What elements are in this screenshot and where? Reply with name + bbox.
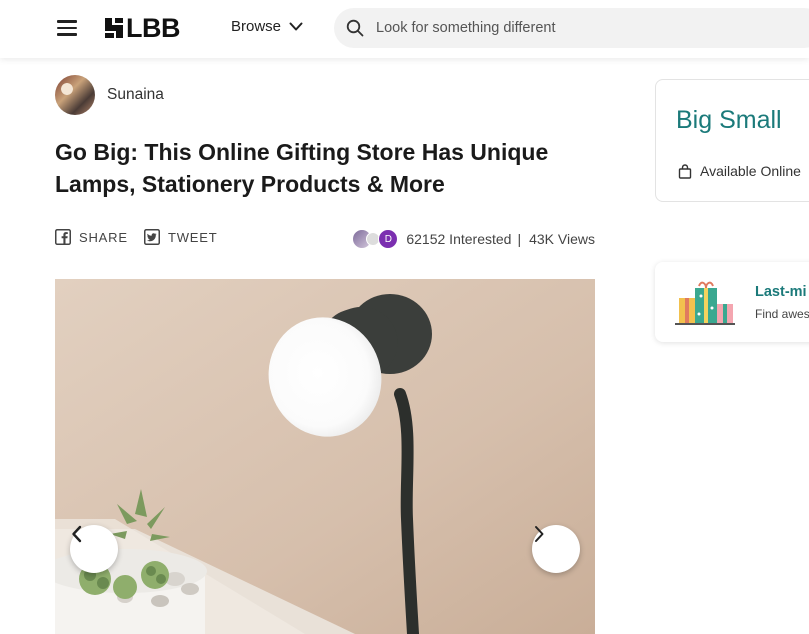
top-header: LBB Browse xyxy=(0,0,809,58)
twitter-icon xyxy=(144,229,160,245)
search-icon xyxy=(346,19,364,37)
share-row: SHARE TWEET D 62152 Interested | 43K Vie… xyxy=(55,229,595,249)
article-title: Go Big: This Online Gifting Store Has Un… xyxy=(55,139,549,197)
promo-card[interactable]: Last-mi Find awes xyxy=(655,262,809,342)
share-label: SHARE xyxy=(79,229,128,245)
promo-subtitle: Find awes xyxy=(755,307,809,321)
place-card[interactable]: Big Small Available Online xyxy=(655,79,809,202)
views-count: 43K Views xyxy=(529,231,595,247)
chevron-left-icon xyxy=(72,525,82,543)
carousel-next-button[interactable] xyxy=(532,525,580,573)
promo-title: Last-mi xyxy=(755,284,807,300)
author-byline[interactable]: Sunaina xyxy=(55,75,164,115)
engagement-stats: D 62152 Interested | 43K Views xyxy=(352,229,595,249)
stats-separator: | xyxy=(517,231,522,247)
shopping-bag-icon xyxy=(678,163,692,179)
availability-label: Available Online xyxy=(700,163,801,179)
place-name[interactable]: Big Small xyxy=(676,106,782,135)
article-image-carousel[interactable] xyxy=(55,279,595,634)
logo-mark-icon xyxy=(105,18,123,38)
author-name: Sunaina xyxy=(107,86,164,103)
lbb-logo[interactable]: LBB xyxy=(103,12,181,43)
chevron-right-icon xyxy=(535,526,544,542)
tweet-label: TWEET xyxy=(168,229,218,245)
search-bar[interactable] xyxy=(334,8,809,48)
chevron-down-icon xyxy=(289,22,303,30)
interested-count: 62152 Interested xyxy=(406,231,512,247)
browse-dropdown[interactable]: Browse xyxy=(231,18,303,35)
availability-info: Available Online xyxy=(678,163,801,179)
lamp-photo xyxy=(55,279,595,634)
avatar xyxy=(55,75,95,115)
menu-icon[interactable] xyxy=(57,20,77,36)
carousel-prev-button[interactable] xyxy=(70,525,118,573)
interested-user-avatar: D xyxy=(378,229,399,249)
tweet-button[interactable]: TWEET xyxy=(144,229,218,245)
logo-text: LBB xyxy=(126,12,181,43)
gift-boxes-icon xyxy=(675,281,735,325)
search-input[interactable] xyxy=(376,20,796,36)
facebook-icon xyxy=(55,229,71,245)
share-button[interactable]: SHARE xyxy=(55,229,128,245)
browse-label: Browse xyxy=(231,18,282,35)
